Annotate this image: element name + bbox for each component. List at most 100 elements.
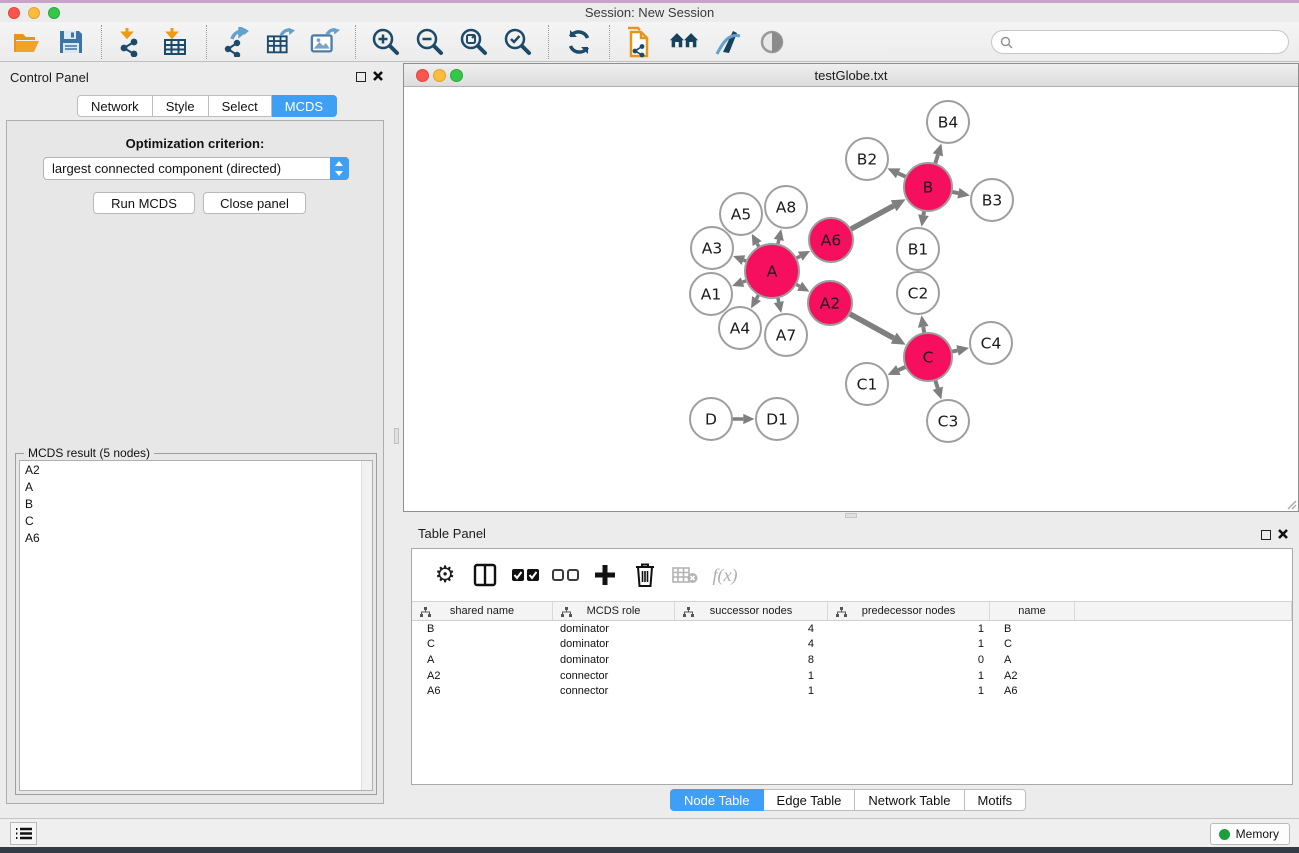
tab-network-table[interactable]: Network Table (855, 789, 964, 811)
table-cell[interactable]: 8 (675, 654, 828, 666)
table-cell[interactable]: C (990, 638, 1075, 650)
table-cell[interactable]: A6 (412, 685, 553, 697)
mcds-result-item[interactable]: A (20, 478, 372, 495)
network-graph[interactable]: B4B2BB3A8A5A6A3B1AC2A1A2A4A7C4CC1C3DD1 (405, 88, 1299, 512)
table-cell[interactable]: 1 (828, 623, 990, 635)
scrollbar-track[interactable] (361, 461, 372, 790)
table-cell[interactable]: A6 (990, 685, 1075, 697)
settings-gear-icon[interactable]: ⚙ (430, 560, 460, 590)
table-cell[interactable]: 4 (675, 623, 828, 635)
table-row[interactable]: Bdominator41B (412, 621, 1292, 637)
table-cell[interactable]: dominator (553, 623, 675, 635)
delete-column-icon[interactable] (630, 560, 660, 590)
table-cell[interactable]: A (412, 654, 553, 666)
mcds-result-item[interactable]: B (20, 495, 372, 512)
table-row[interactable]: Adominator80A (412, 652, 1292, 668)
table-cell[interactable]: A2 (412, 670, 553, 682)
save-session-icon[interactable] (56, 27, 86, 57)
tab-motifs[interactable]: Motifs (965, 789, 1027, 811)
open-file-icon[interactable] (12, 27, 42, 57)
table-row[interactable]: Cdominator41C (412, 637, 1292, 653)
table-cell[interactable]: C (412, 638, 553, 650)
horizontal-splitter-grip[interactable] (845, 513, 857, 518)
delete-table-icon[interactable] (670, 560, 700, 590)
memory-button[interactable]: Memory (1210, 823, 1290, 845)
vertical-splitter[interactable] (390, 62, 403, 812)
show-columns-icon[interactable] (470, 560, 500, 590)
float-table-panel-icon[interactable] (1261, 530, 1271, 540)
zoom-selected-icon[interactable] (503, 27, 533, 57)
import-network-icon[interactable] (117, 27, 147, 57)
memory-status-icon (1219, 829, 1230, 840)
mcds-result-item[interactable]: A6 (20, 529, 372, 546)
table-cell[interactable]: B (990, 623, 1075, 635)
home-icon[interactable] (669, 27, 699, 57)
table-cell[interactable]: A (990, 654, 1075, 666)
search-box[interactable] (991, 30, 1289, 54)
resize-grip-icon[interactable] (1285, 498, 1297, 510)
export-network-icon[interactable] (222, 27, 252, 57)
import-table-icon[interactable] (161, 27, 191, 57)
edge-A6-B[interactable] (848, 206, 894, 231)
table-cell[interactable]: 4 (675, 638, 828, 650)
optimization-criterion-dropdown[interactable]: largest connected component (directed) (43, 157, 349, 180)
edge-A2-C[interactable] (847, 312, 894, 338)
function-builder-icon[interactable]: f(x) (710, 560, 740, 590)
table-cell[interactable]: A2 (990, 670, 1075, 682)
export-table-icon[interactable] (266, 27, 296, 57)
table-cell[interactable]: connector (553, 670, 675, 682)
table-cell[interactable]: connector (553, 685, 675, 697)
node-label-a5: A5 (731, 206, 751, 224)
show-details-eye-icon[interactable] (757, 27, 787, 57)
table-row[interactable]: A2connector11A2 (412, 668, 1292, 684)
column-label: shared name (450, 605, 514, 617)
add-column-icon[interactable] (590, 560, 620, 590)
tab-style[interactable]: Style (153, 95, 209, 117)
table-cell[interactable]: 0 (828, 654, 990, 666)
mcds-result-item[interactable]: A2 (20, 461, 372, 478)
close-table-panel-icon[interactable] (1277, 528, 1289, 540)
dropdown-stepper-icon[interactable] (330, 157, 349, 180)
mcds-panel: Optimization criterion: largest connecte… (6, 120, 384, 804)
tab-select[interactable]: Select (209, 95, 272, 117)
column-label: name (1018, 605, 1046, 617)
tab-node-table[interactable]: Node Table (670, 789, 764, 811)
table-cell[interactable]: 1 (675, 670, 828, 682)
zoom-out-icon[interactable] (415, 27, 445, 57)
zoom-fit-icon[interactable] (459, 27, 489, 57)
tab-network[interactable]: Network (77, 95, 153, 117)
select-all-checkboxes-icon[interactable] (510, 560, 540, 590)
export-image-icon[interactable] (310, 27, 340, 57)
run-mcds-button[interactable]: Run MCDS (93, 192, 195, 214)
column-header-predecessor-nodes[interactable]: predecessor nodes (828, 602, 990, 620)
toolbar-separator (355, 25, 356, 59)
close-panel-icon[interactable] (372, 70, 384, 82)
task-history-button[interactable] (10, 822, 37, 845)
network-from-document-icon[interactable] (625, 27, 655, 57)
column-header-name[interactable]: name (990, 602, 1075, 620)
deselect-all-checkboxes-icon[interactable] (550, 560, 580, 590)
table-cell[interactable]: B (412, 623, 553, 635)
close-panel-button[interactable]: Close panel (203, 192, 306, 214)
column-header-shared-name[interactable]: shared name (412, 602, 553, 620)
refresh-icon[interactable] (564, 27, 594, 57)
tab-edge-table[interactable]: Edge Table (764, 789, 856, 811)
tab-mcds[interactable]: MCDS (272, 95, 337, 117)
table-cell[interactable]: 1 (675, 685, 828, 697)
table-cell[interactable]: 1 (828, 685, 990, 697)
float-panel-icon[interactable] (356, 72, 366, 82)
mcds-result-list[interactable]: A2ABCA6 (19, 460, 373, 791)
search-input[interactable] (1018, 35, 1288, 49)
column-header-successor-nodes[interactable]: successor nodes (675, 602, 828, 620)
column-header-mcds-role[interactable]: MCDS role (553, 602, 675, 620)
column-label: successor nodes (710, 605, 793, 617)
table-cell[interactable]: dominator (553, 654, 675, 666)
zoom-in-icon[interactable] (371, 27, 401, 57)
table-cell[interactable]: 1 (828, 670, 990, 682)
mcds-result-item[interactable]: C (20, 512, 372, 529)
table-row[interactable]: A6connector11A6 (412, 683, 1292, 699)
table-cell[interactable]: dominator (553, 638, 675, 650)
table-cell[interactable]: 1 (828, 638, 990, 650)
splitter-grip[interactable] (394, 428, 399, 444)
annotation-pen-icon[interactable] (713, 27, 743, 57)
